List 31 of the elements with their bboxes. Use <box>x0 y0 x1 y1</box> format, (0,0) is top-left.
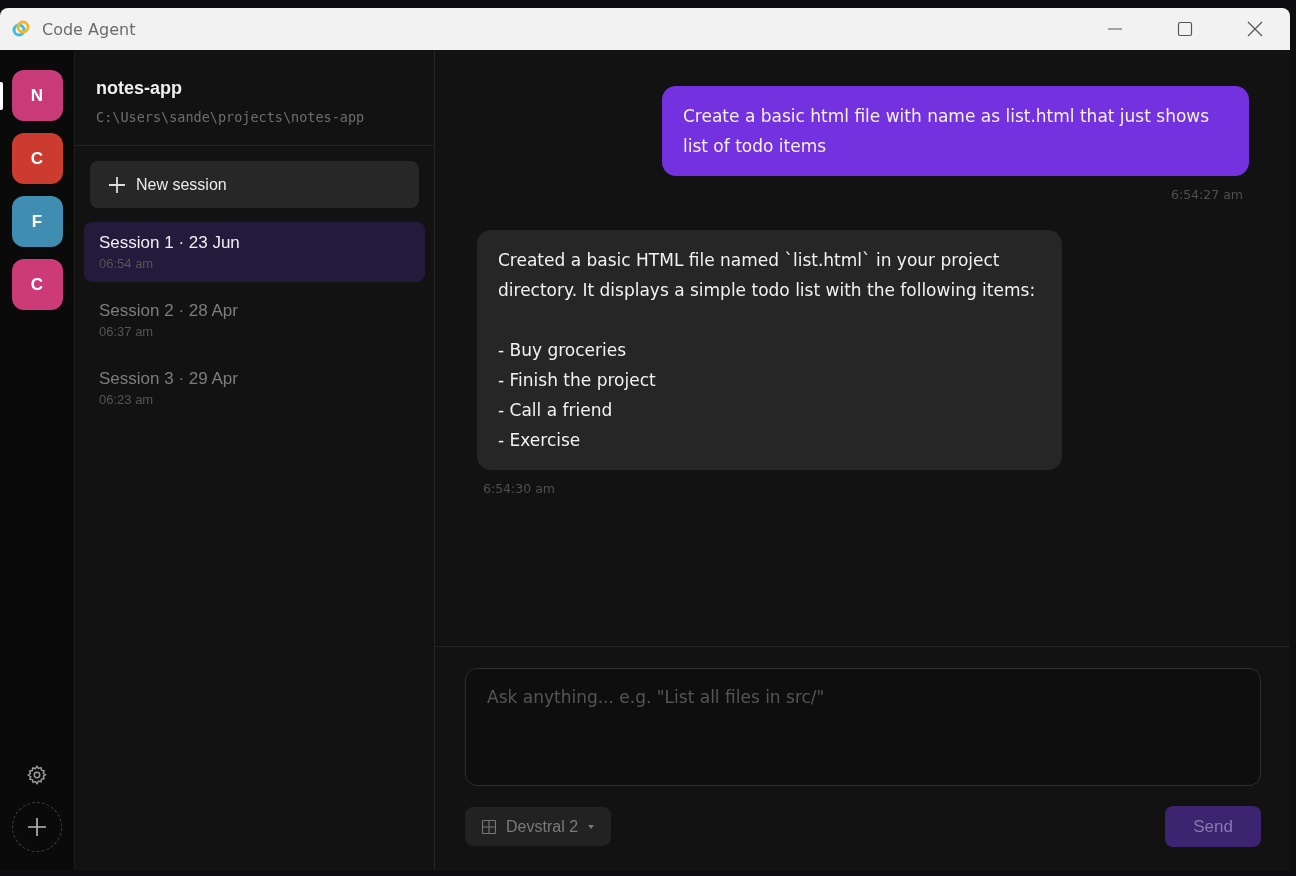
session-item[interactable]: Session 1 · 23 Jun 06:54 am <box>84 222 425 282</box>
project-name: notes-app <box>96 78 183 99</box>
session-item[interactable]: Session 3 · 29 Apr 06:23 am <box>84 358 425 418</box>
project-avatar[interactable]: N <box>11 70 63 121</box>
grid-icon <box>482 819 496 834</box>
assistant-message: Created a basic HTML file named `list.html` in your project directory. It displays a simple todo list with the following items: - Buy groceries - Finish the project - Call a friend - Exercise <box>477 230 1062 470</box>
session-title: Session 1 · 23 Jun <box>99 233 241 253</box>
caret-icon <box>588 824 595 829</box>
logo-icon <box>11 19 31 39</box>
model-selector[interactable]: Devstral 2 <box>465 807 612 846</box>
window-title: Code Agent <box>42 19 136 39</box>
session-time: 06:23 am <box>99 392 155 407</box>
user-message: Create a basic html file with name as list.html that just shows list of todo items <box>662 86 1249 176</box>
session-title: Session 3 · 29 Apr <box>99 369 239 389</box>
new-session-button[interactable]: New session <box>90 161 419 208</box>
session-time: 06:37 am <box>99 324 155 339</box>
close-icon[interactable] <box>1247 21 1263 37</box>
project-path: C:\Users\sande\projects\notes-app <box>96 109 366 125</box>
project-avatar[interactable]: C <box>11 259 63 310</box>
message-time: 6:54:27 am <box>1170 187 1244 202</box>
message-time: 6:54:30 am <box>482 481 556 496</box>
project-avatar[interactable]: F <box>11 196 63 247</box>
session-time: 06:54 am <box>99 256 155 271</box>
settings-icon[interactable] <box>26 764 48 786</box>
project-avatar[interactable]: C <box>11 133 63 184</box>
session-title: Session 2 · 28 Apr <box>99 301 239 321</box>
message-input[interactable]: Ask anything... e.g. "List all files in src/" <box>465 668 1261 786</box>
plus-icon <box>27 817 47 837</box>
session-item[interactable]: Session 2 · 28 Apr 06:37 am <box>84 290 425 350</box>
maximize-icon[interactable] <box>1177 21 1193 37</box>
plus-icon <box>108 175 126 194</box>
